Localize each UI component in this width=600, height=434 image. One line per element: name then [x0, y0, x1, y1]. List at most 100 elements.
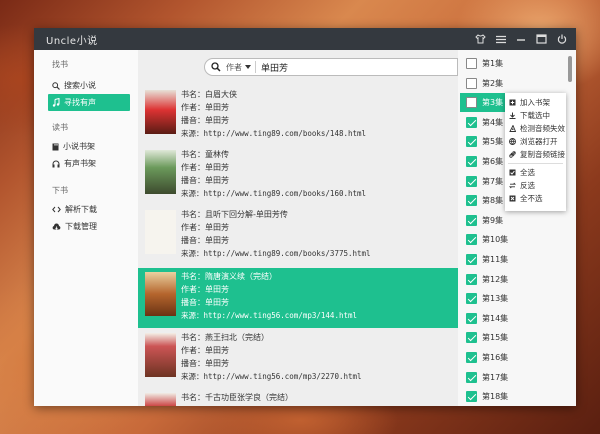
episode-label: 第11集: [482, 255, 509, 264]
book-author: 作者：单田芳: [181, 346, 229, 355]
episode-checkbox[interactable]: [466, 312, 477, 324]
book-author: 作者：单田芳: [181, 163, 229, 172]
episode-label: 第8集: [482, 196, 504, 206]
episode-item[interactable]: 第12集: [466, 270, 570, 289]
cloud-download-icon: [52, 223, 61, 230]
search-icon[interactable]: [211, 62, 221, 72]
search-input[interactable]: 单田芳: [261, 61, 288, 74]
episode-label: 第7集: [482, 176, 504, 186]
book-result-row[interactable]: 书名：燕王扫北（完结） 作者：单田芳 播音：单田芳 来源：http://www.…: [138, 329, 458, 389]
context-menu-item[interactable]: 加入书架: [505, 96, 566, 109]
book-title: 书名：千古功臣张学良（完结）: [181, 393, 293, 402]
book-result-row[interactable]: 书名：白眉大侠 作者：单田芳 播音：单田芳 来源：http://www.ting…: [138, 86, 458, 146]
book-title: 书名：白眉大侠: [181, 90, 237, 99]
episode-item[interactable]: 第10集: [466, 230, 570, 249]
book-title: 书名：童林传: [181, 150, 229, 159]
caret-down-icon: [245, 65, 251, 69]
music-note-icon: [52, 98, 60, 107]
tshirt-icon[interactable]: [475, 34, 486, 44]
context-menu-item[interactable]: 检测音频失效: [505, 122, 566, 135]
minimize-icon[interactable]: [516, 35, 526, 44]
episode-item[interactable]: 第15集: [466, 328, 570, 347]
search-bar[interactable]: 作者 单田芳: [204, 58, 458, 76]
book-narrator: 播音：单田芳: [181, 298, 229, 307]
episode-label: 第14集: [482, 313, 509, 323]
episode-checkbox[interactable]: [466, 97, 477, 109]
episode-checkbox[interactable]: [466, 352, 477, 363]
invert-icon: [509, 182, 516, 189]
search-type-select[interactable]: 作者: [226, 61, 256, 73]
book-result-row[interactable]: 书名：千古功臣张学良（完结） 作者：单田芳 播音：单田芳 来源：http://w…: [138, 389, 458, 406]
sidebar-item-download-manager[interactable]: 下载管理: [34, 218, 138, 235]
link-icon: [509, 151, 516, 158]
episode-item[interactable]: 第2集: [466, 74, 570, 93]
download-icon: [509, 112, 516, 119]
search-icon: [52, 81, 60, 90]
section-label-download: 下书: [52, 186, 68, 195]
episode-label: 第2集: [482, 78, 504, 88]
sidebar-item-audio-shelf[interactable]: 有声书架: [34, 155, 138, 172]
context-menu-item[interactable]: 全选: [505, 166, 566, 179]
episode-item[interactable]: 第18集: [466, 387, 570, 406]
episode-label: 第13集: [482, 294, 509, 304]
episode-checkbox[interactable]: [466, 391, 477, 403]
book-source: 来源：http://www.ting56.com/mp3/144.html: [181, 311, 358, 320]
episode-checkbox[interactable]: [466, 293, 477, 305]
power-icon[interactable]: [557, 34, 567, 44]
episode-item[interactable]: 第13集: [466, 289, 570, 308]
sidebar-item-novel-shelf[interactable]: 小说书架: [34, 138, 138, 155]
title-bar: Uncle小说: [34, 28, 576, 50]
context-menu-item[interactable]: 反选: [505, 179, 566, 192]
episode-label: 第6集: [482, 157, 504, 166]
sidebar-item-search-novel[interactable]: 搜索小说: [34, 77, 138, 94]
sidebar-item-find-audio[interactable]: 寻找有声: [48, 94, 130, 111]
context-menu-label: 反选: [520, 181, 535, 190]
app-window: Uncle小说 找书 搜索小说 寻找有声 读书 小说书架 有声书架 下书 解析下…: [34, 28, 576, 406]
episode-checkbox[interactable]: [466, 273, 477, 285]
episode-checkbox[interactable]: [466, 58, 477, 69]
sidebar-item-label: 小说书架: [63, 142, 95, 151]
maximize-icon[interactable]: [536, 34, 547, 44]
episode-checkbox[interactable]: [466, 136, 477, 148]
menu-icon[interactable]: [496, 35, 506, 44]
book-narrator: 播音：单田芳: [181, 116, 229, 125]
headphones-icon: [52, 160, 60, 167]
episode-checkbox[interactable]: [466, 195, 477, 207]
book-result-row[interactable]: 书名：隋唐演义续（完结） 作者：单田芳 播音：单田芳 来源：http://www…: [138, 268, 458, 328]
book-cover: [145, 150, 176, 194]
sidebar-item-label: 解析下载: [65, 205, 97, 214]
episode-checkbox[interactable]: [466, 332, 477, 344]
context-menu: 加入书架 下载选中 检测音频失效 浏览器打开 复制音频链接 全选 反选 全不选: [505, 93, 566, 211]
book-result-row[interactable]: 书名：童林传 作者：单田芳 播音：单田芳 来源：http://www.ting8…: [138, 146, 458, 206]
episode-label: 第4集: [482, 117, 504, 127]
context-menu-item[interactable]: 浏览器打开: [505, 135, 566, 148]
book-cover: [145, 393, 176, 406]
context-menu-item[interactable]: 复制音频链接: [505, 148, 566, 161]
book-result-row[interactable]: 书名：且听下回分解-单田芳传 作者：单田芳 播音：单田芳 来源：http://w…: [138, 206, 458, 266]
episode-checkbox[interactable]: [466, 156, 477, 167]
context-menu-item[interactable]: 全不选: [505, 192, 566, 205]
episode-label: 第3集: [482, 98, 504, 108]
sidebar-item-parse-download[interactable]: 解析下载: [34, 201, 138, 218]
episode-checkbox[interactable]: [466, 77, 477, 89]
episode-label: 第5集: [482, 137, 504, 147]
book-narrator: 播音：单田芳: [181, 236, 229, 245]
context-menu-item[interactable]: 下载选中: [505, 109, 566, 122]
sidebar-item-label: 寻找有声: [64, 98, 96, 107]
book-author: 作者：单田芳: [181, 404, 362, 406]
sidebar: 找书 搜索小说 寻找有声 读书 小说书架 有声书架 下书 解析下载 下载管理: [34, 50, 138, 406]
episode-checkbox[interactable]: [466, 214, 477, 226]
globe-icon: [509, 138, 516, 145]
episode-item[interactable]: 第17集: [466, 368, 570, 387]
episode-item[interactable]: 第16集: [466, 348, 570, 367]
episode-checkbox[interactable]: [466, 234, 477, 246]
episode-checkbox[interactable]: [466, 254, 477, 265]
episode-checkbox[interactable]: [466, 116, 477, 128]
context-menu-label: 全不选: [520, 194, 543, 203]
episode-checkbox[interactable]: [466, 175, 477, 187]
episode-item[interactable]: 第14集: [466, 309, 570, 328]
episode-item[interactable]: 第11集: [466, 250, 570, 269]
episode-item[interactable]: 第9集: [466, 211, 570, 230]
episode-item[interactable]: 第1集: [466, 54, 570, 73]
episode-checkbox[interactable]: [466, 371, 477, 383]
